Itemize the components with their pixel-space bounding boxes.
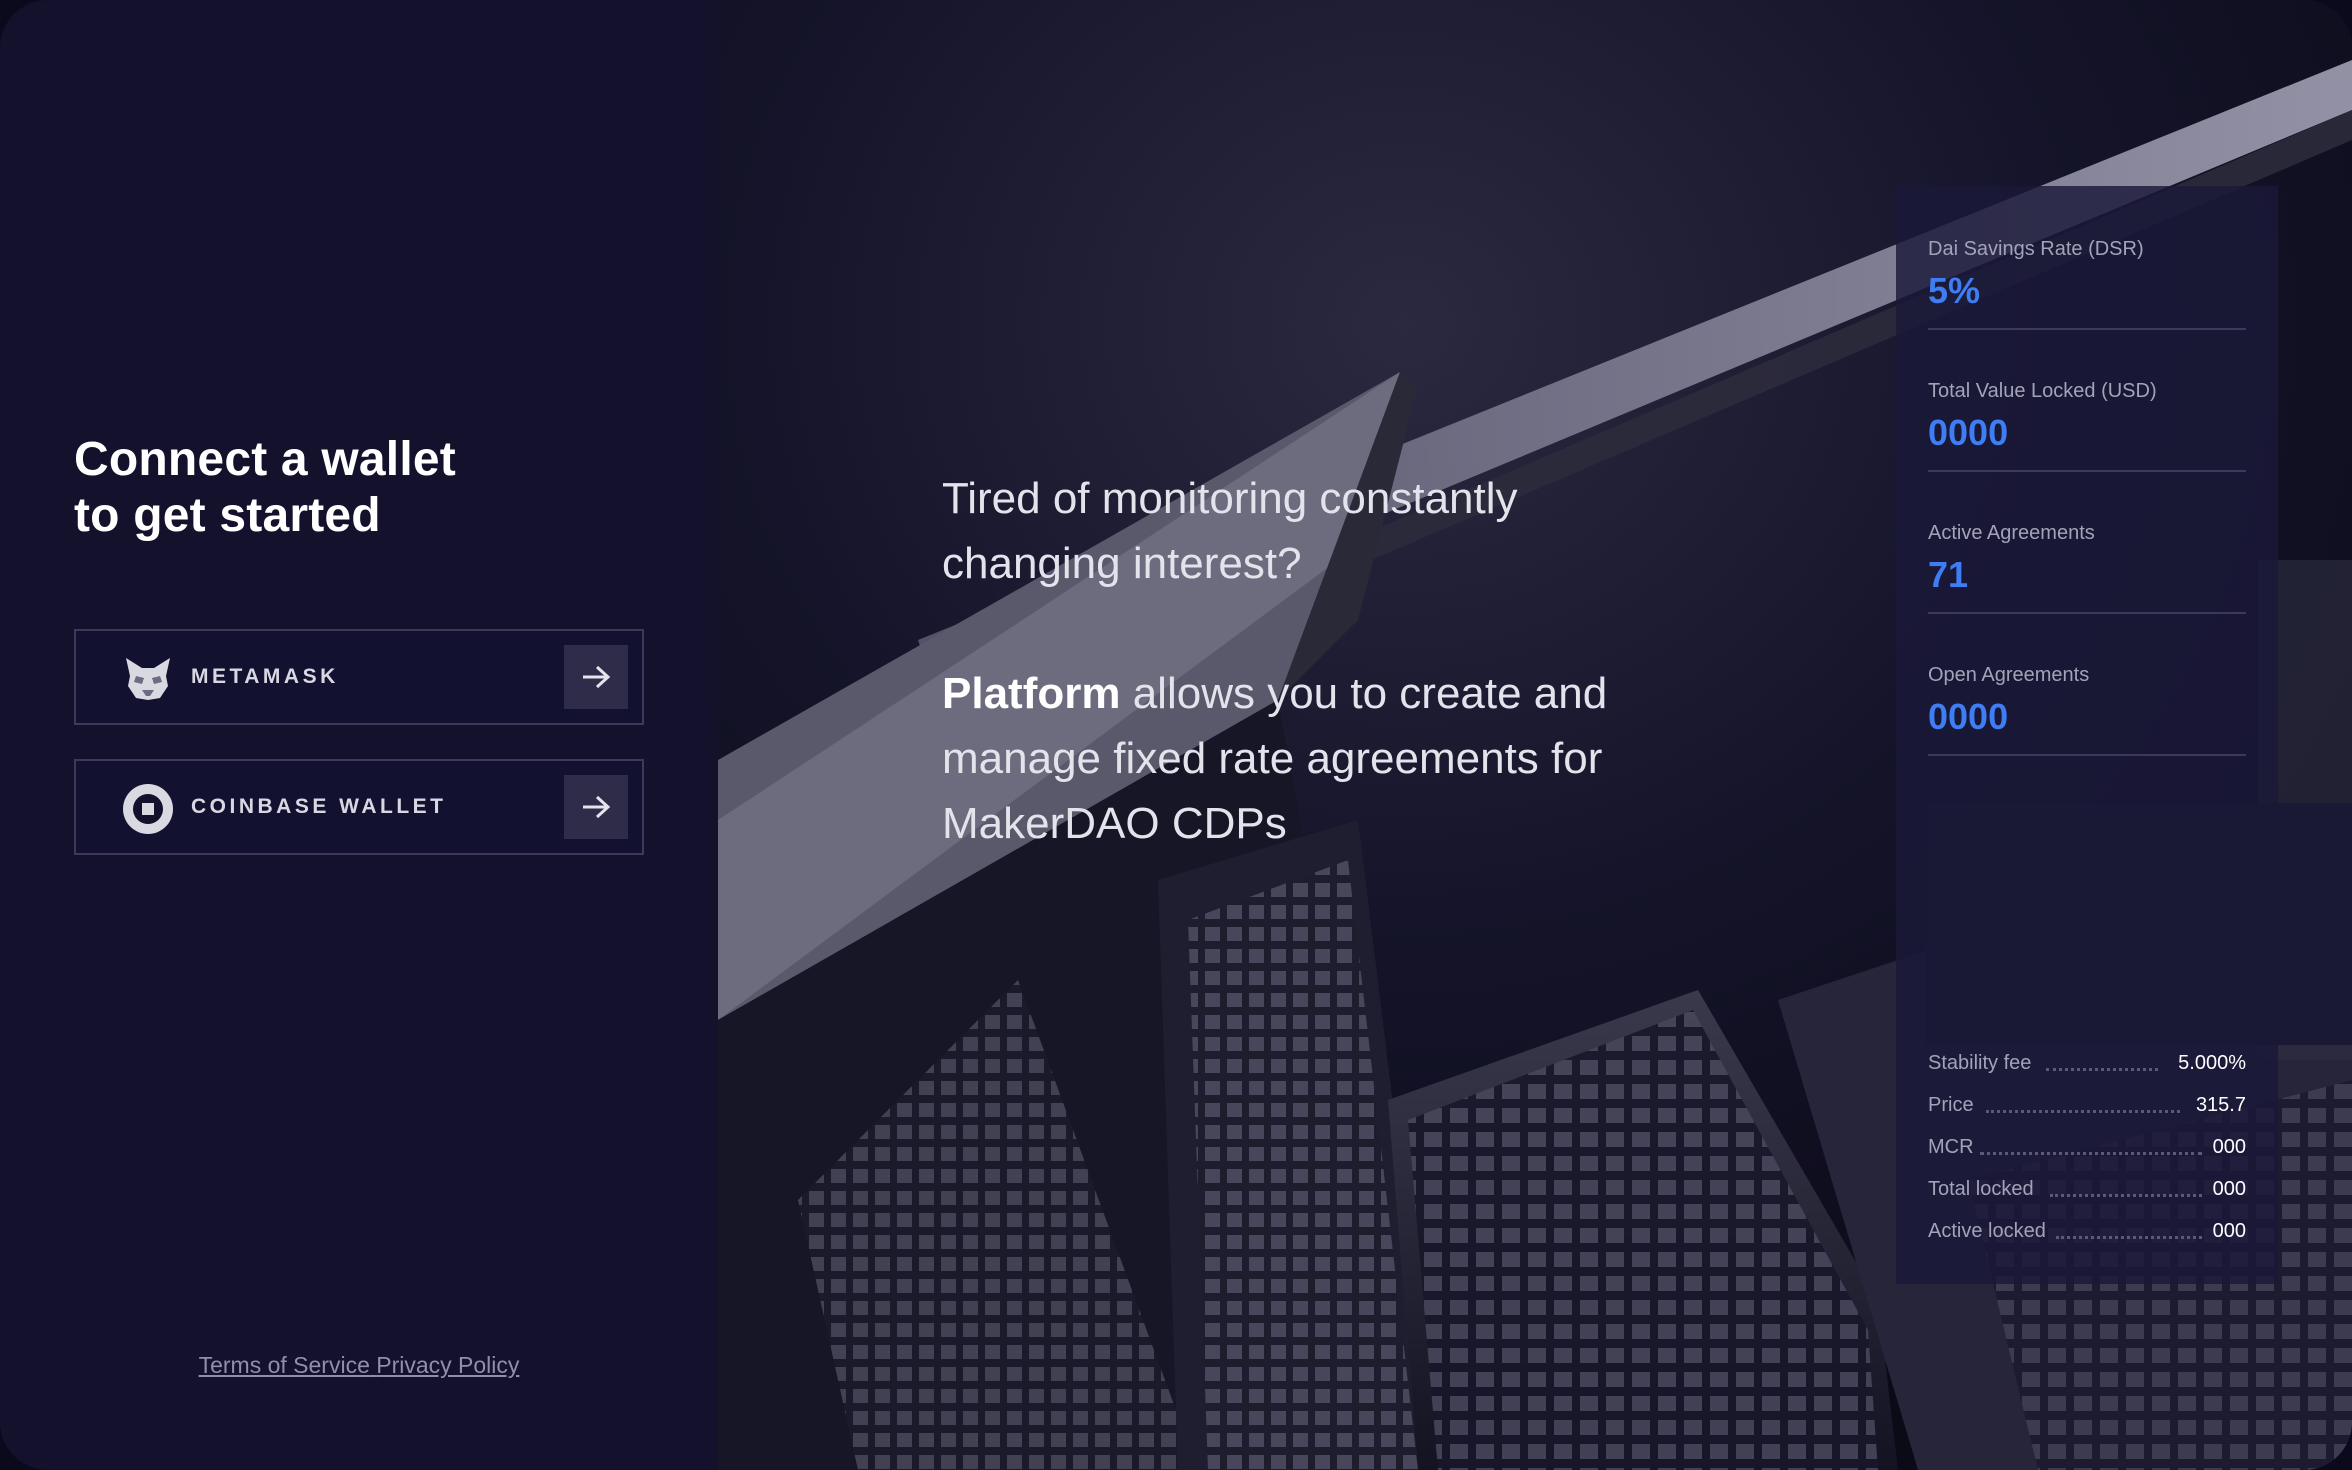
stat-total-value-locked: Total Value Locked (USD) 0000 (1928, 328, 2246, 472)
brand-name: Platform (942, 669, 1121, 718)
coinbase-wallet-button[interactable]: COINBASE WALLET (74, 759, 644, 855)
stat-dsr: Dai Savings Rate (DSR) 5% (1928, 186, 2246, 330)
detail-price: Price 315.7 (1928, 1094, 2246, 1116)
hero-text: Tired of monitoring constantly changing … (942, 474, 1608, 848)
metamask-label: METAMASK (191, 665, 339, 688)
arrow-right-icon (564, 645, 628, 709)
terms-of-service-link[interactable]: Terms of Service (199, 1352, 370, 1378)
app-window: Connect a wallet to get started METAMASK (0, 0, 2352, 1470)
coinbase-label: COINBASE WALLET (191, 795, 447, 818)
metamask-button[interactable]: METAMASK (74, 629, 644, 725)
stat-active-agreements: Active Agreements 71 (1928, 470, 2246, 614)
wallet-panel: Connect a wallet to get started METAMASK (0, 0, 718, 1470)
connect-heading: Connect a wallet to get started (74, 433, 456, 542)
legal-links: Terms of Service Privacy Policy (0, 1352, 718, 1379)
detail-stability-fee: Stability fee 5.000% (1928, 1052, 2246, 1074)
detail-total-locked: Total locked 000 (1928, 1178, 2246, 1200)
coinbase-icon (122, 783, 174, 835)
metamask-fox-icon (122, 653, 174, 705)
detail-active-locked: Active locked 000 (1928, 1220, 2246, 1242)
stat-open-agreements: Open Agreements 0000 (1928, 612, 2246, 756)
detail-mcr: MCR 000 (1928, 1136, 2246, 1158)
arrow-right-icon (564, 775, 628, 839)
privacy-policy-link[interactable]: Privacy Policy (376, 1352, 519, 1378)
chart-placeholder (1926, 803, 2352, 1045)
